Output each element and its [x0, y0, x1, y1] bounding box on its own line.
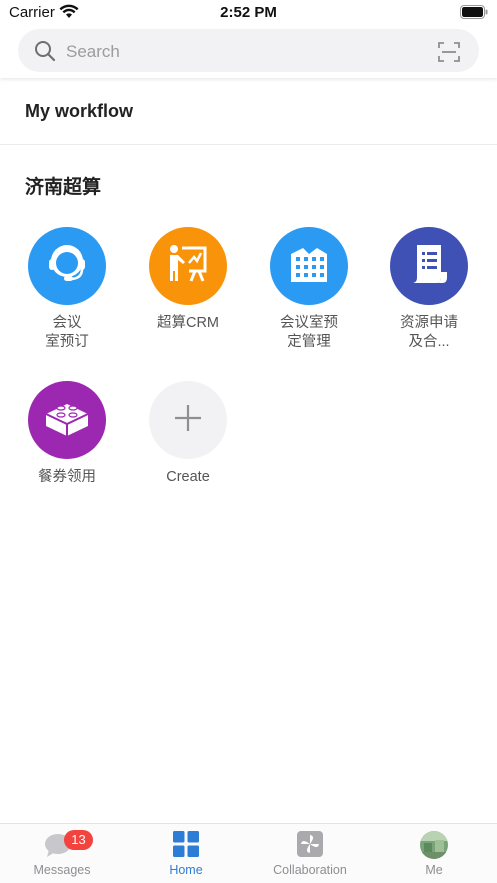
tab-label: Home: [169, 863, 203, 877]
my-workflow-title: My workflow: [25, 101, 134, 121]
grid-icon: [173, 831, 199, 862]
app-label: 会议 室预订: [45, 315, 89, 350]
presentation-icon: [165, 241, 211, 292]
tab-label: Me: [425, 863, 443, 877]
app-label: 会议室预 定管理: [280, 315, 338, 350]
section-title: 济南超算: [25, 177, 102, 198]
search-input[interactable]: Search: [66, 42, 120, 62]
search-icon: [34, 40, 56, 67]
app-label: 资源申请 及合...: [400, 315, 458, 350]
app-icon-circle: [149, 227, 227, 305]
search-bar[interactable]: Search: [18, 29, 479, 72]
tab-label: Messages: [33, 863, 91, 877]
tab-home[interactable]: Home: [124, 824, 248, 883]
app-icon-circle: [149, 381, 227, 459]
app-meeting-room-management[interactable]: 会议室预 定管理: [254, 227, 364, 352]
app-resource-request[interactable]: 资源申请 及合...: [374, 227, 484, 352]
tab-bar: 13 Messages Home Collaboration Me: [0, 823, 497, 883]
app-meeting-room-booking[interactable]: 会议 室预订: [12, 227, 122, 352]
headset-icon: [42, 239, 92, 294]
app-icon-circle: [28, 381, 106, 459]
tab-collaboration[interactable]: Collaboration: [248, 824, 372, 883]
my-workflow-row[interactable]: My workflow: [0, 80, 497, 145]
avatar-icon: [420, 831, 448, 864]
tab-messages[interactable]: 13 Messages: [0, 824, 124, 883]
document-icon: [409, 242, 449, 291]
battery-icon: [460, 5, 488, 24]
search-header: Search: [0, 26, 497, 78]
unread-badge: 13: [64, 830, 93, 850]
app-label: 超算CRM: [156, 315, 220, 331]
create-app-button[interactable]: Create: [133, 381, 243, 487]
tab-label: Collaboration: [273, 863, 347, 877]
pinwheel-icon: [297, 831, 323, 862]
app-crm[interactable]: 超算CRM: [133, 227, 243, 333]
tab-me[interactable]: Me: [372, 824, 496, 883]
app-icon-circle: [270, 227, 348, 305]
app-icon-circle: [28, 227, 106, 305]
app-meal-voucher[interactable]: 餐券领用: [12, 381, 122, 487]
brick-icon: [42, 396, 92, 445]
scan-icon[interactable]: [437, 40, 461, 69]
clock-label: 2:52 PM: [220, 4, 277, 21]
app-label: 餐券领用: [38, 469, 96, 485]
app-icon-circle: [390, 227, 468, 305]
building-icon: [287, 242, 331, 291]
app-label: Create: [166, 469, 210, 485]
status-bar: Carrier 2:52 PM: [0, 0, 497, 26]
plus-icon: [173, 403, 203, 438]
